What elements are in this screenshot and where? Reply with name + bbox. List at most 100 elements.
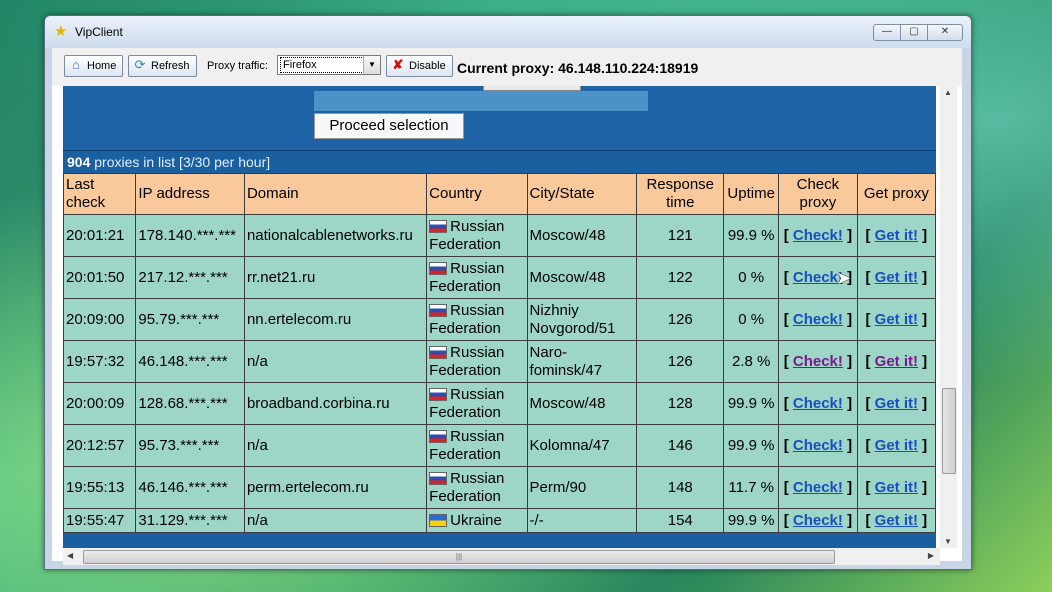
get-proxy-link[interactable]: Get it! xyxy=(875,353,918,370)
response-time-cell: 126 xyxy=(636,340,725,383)
table-row: 19:57:32 46.148.***.*** n/a Russian Federat… xyxy=(63,340,936,383)
disable-label: Disable xyxy=(409,60,446,72)
check-proxy-link[interactable]: Check! xyxy=(793,512,843,529)
country-cell: Russian Federation xyxy=(426,466,528,509)
proxy-count-bar: 904 proxies in list [3/30 per hour] xyxy=(63,150,936,173)
x-icon: ✘ xyxy=(392,57,404,72)
last-check-cell: 19:57:32 xyxy=(63,340,137,383)
get-proxy-link[interactable]: Get it! xyxy=(875,395,918,412)
toolbar: ⌂ Home ⟳ Refresh Proxy traffic: Firefox … xyxy=(52,48,962,86)
window-title: VipClient xyxy=(75,25,123,39)
scroll-left-icon[interactable]: ◀ xyxy=(67,551,73,560)
last-check-cell: 20:12:57 xyxy=(63,424,137,467)
home-icon: ⌂ xyxy=(72,57,80,72)
horizontal-scrollbar[interactable]: ◀ ||| ▶ xyxy=(63,548,940,565)
check-cell: [ Check! ] xyxy=(778,214,858,257)
get-proxy-link[interactable]: Get it! xyxy=(875,437,918,454)
check-proxy-link[interactable]: Check! xyxy=(793,437,843,454)
refresh-icon: ⟳ xyxy=(134,57,146,72)
city-cell: Nizhniy Novgorod/51 xyxy=(526,298,638,341)
get-proxy-link[interactable]: Get it! xyxy=(875,227,918,244)
header-country[interactable]: Country xyxy=(426,173,528,215)
check-proxy-link[interactable]: Check! xyxy=(793,353,843,370)
title-bar[interactable]: ★ VipClient — ▢ ✕ xyxy=(45,16,971,48)
table-row: 20:01:50 217.12.***.*** rr.net21.ru Russian… xyxy=(63,256,936,299)
proxy-traffic-label: Proxy traffic: xyxy=(207,60,268,72)
last-check-cell: 20:09:00 xyxy=(63,298,137,341)
ip-cell: 217.12.***.*** xyxy=(135,256,245,299)
check-proxy-link[interactable]: Check! xyxy=(793,311,843,328)
table-row: 19:55:47 31.129.***.*** n/a Ukraine -/- 154 99… xyxy=(63,508,936,533)
header-response-time[interactable]: Response time xyxy=(636,173,725,215)
domain-cell: broadband.corbina.ru xyxy=(243,382,428,425)
response-time-cell: 126 xyxy=(636,298,725,341)
get-cell: [ Get it! ] xyxy=(856,424,936,467)
horizontal-scroll-thumb[interactable]: ||| xyxy=(83,550,835,564)
country-cell: Russian Federation xyxy=(426,256,528,299)
app-window: ★ VipClient — ▢ ✕ ⌂ Home ⟳ Refresh Proxy… xyxy=(44,15,972,570)
flag-icon xyxy=(429,430,448,444)
selection-bar xyxy=(314,91,648,111)
domain-cell: nationalcablenetworks.ru xyxy=(243,214,428,257)
check-cell: [ Check! ] xyxy=(778,508,858,533)
country-cell: Russian Federation xyxy=(426,382,528,425)
city-cell: Moscow/48 xyxy=(526,214,638,257)
response-time-cell: 121 xyxy=(636,214,725,257)
response-time-cell: 146 xyxy=(636,424,725,467)
scroll-up-icon[interactable]: ▲ xyxy=(944,88,952,97)
maximize-button[interactable]: ▢ xyxy=(900,24,928,41)
proxy-traffic-select[interactable]: Firefox ▼ xyxy=(277,55,381,75)
header-uptime[interactable]: Uptime xyxy=(723,173,780,215)
minimize-button[interactable]: — xyxy=(873,24,901,41)
proceed-selection-button[interactable]: Proceed selection xyxy=(314,113,464,139)
flag-icon xyxy=(429,220,448,234)
close-button[interactable]: ✕ xyxy=(927,24,963,41)
scroll-right-icon[interactable]: ▶ xyxy=(928,551,934,560)
get-proxy-link[interactable]: Get it! xyxy=(875,479,918,496)
get-proxy-link[interactable]: Get it! xyxy=(875,512,918,529)
get-cell: [ Get it! ] xyxy=(856,382,936,425)
country-cell: Russian Federation xyxy=(426,424,528,467)
header-city-state[interactable]: City/State xyxy=(526,173,638,215)
home-button[interactable]: ⌂ Home xyxy=(64,55,124,77)
disable-button[interactable]: ✘ Disable xyxy=(386,55,453,77)
vertical-scroll-thumb[interactable] xyxy=(942,388,956,474)
city-cell: Perm/90 xyxy=(526,466,638,509)
flag-icon xyxy=(429,346,448,360)
table-row: 19:55:13 46.146.***.*** perm.ertelecom.ru R… xyxy=(63,466,936,509)
header-last-check[interactable]: Last check xyxy=(63,173,137,215)
flag-icon xyxy=(429,304,448,318)
domain-cell: n/a xyxy=(243,424,428,467)
check-proxy-link[interactable]: Check! xyxy=(793,395,843,412)
get-cell: [ Get it! ] xyxy=(856,340,936,383)
home-label: Home xyxy=(87,60,117,72)
response-time-cell: 128 xyxy=(636,382,725,425)
proxy-count-suffix: proxies in list [3/30 per hour] xyxy=(90,154,271,170)
check-cell: [ Check! ] xyxy=(778,382,858,425)
web-content: Proceed selection 904 proxies in list [3… xyxy=(63,86,936,548)
get-cell: [ Get it! ] xyxy=(856,256,936,299)
country-cell: Ukraine xyxy=(426,508,528,533)
current-proxy-text: Current proxy: 46.148.110.224:18919 xyxy=(457,60,699,76)
header-domain[interactable]: Domain xyxy=(243,173,428,215)
response-time-cell: 154 xyxy=(636,508,725,533)
proxy-table: Last check IP address Domain Country Cit… xyxy=(63,173,936,533)
vertical-scrollbar[interactable]: ▲ ▼ xyxy=(940,86,957,548)
proxy-count: 904 xyxy=(67,154,91,170)
check-proxy-link[interactable]: Check! xyxy=(793,479,843,496)
uptime-cell: 2.8 % xyxy=(723,340,780,383)
header-ip-address[interactable]: IP address xyxy=(135,173,245,215)
get-cell: [ Get it! ] xyxy=(856,508,936,533)
get-proxy-link[interactable]: Get it! xyxy=(875,269,918,286)
refresh-button[interactable]: ⟳ Refresh xyxy=(128,55,197,77)
last-check-cell: 20:01:50 xyxy=(63,256,137,299)
get-cell: [ Get it! ] xyxy=(856,298,936,341)
ip-cell: 31.129.***.*** xyxy=(135,508,245,533)
scroll-down-icon[interactable]: ▼ xyxy=(944,537,952,546)
flag-icon xyxy=(429,388,448,402)
dropdown-arrow-icon[interactable]: ▼ xyxy=(363,56,380,74)
get-proxy-link[interactable]: Get it! xyxy=(875,311,918,328)
check-proxy-link[interactable]: Check! xyxy=(793,227,843,244)
uptime-cell: 99.9 % xyxy=(723,382,780,425)
last-check-cell: 20:00:09 xyxy=(63,382,137,425)
